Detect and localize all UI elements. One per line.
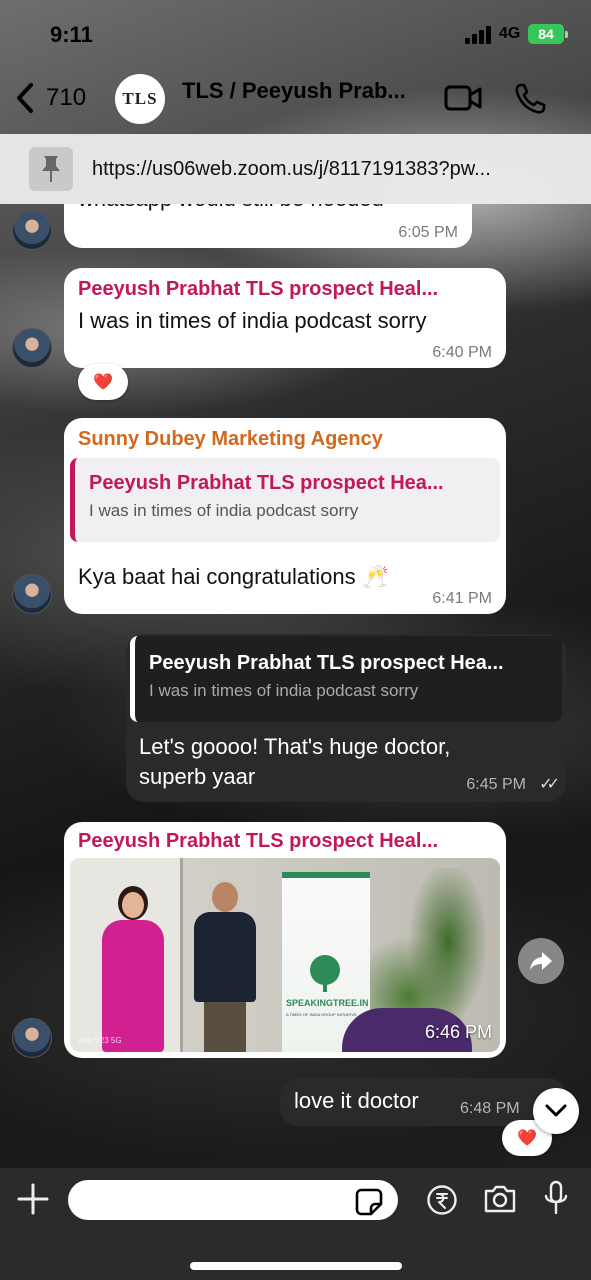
pinned-link-text[interactable]: https://us06web.zoom.us/j/8117191383?pw.… (92, 158, 562, 181)
phone-call-icon[interactable] (513, 82, 547, 116)
chevron-down-icon (545, 1104, 567, 1117)
quoted-text: I was in times of india podcast sorry (89, 501, 359, 520)
status-bar: 9:11 4G 84 (0, 0, 591, 70)
unread-count: 710 (46, 84, 87, 111)
quoted-message[interactable]: Peeyush Prabhat TLS prospect Hea... I wa… (130, 636, 562, 722)
message-time: 6:40 PM (432, 344, 492, 361)
group-avatar[interactable]: TLS (115, 74, 165, 124)
message-list[interactable]: whatsapp would still be needed 6:05 PM P… (0, 204, 591, 1168)
quoted-text: I was in times of india podcast sorry (149, 681, 419, 700)
network-label: 4G (499, 25, 521, 42)
forward-button[interactable] (518, 938, 564, 984)
quoted-sender: Peeyush Prabhat TLS prospect Hea... (89, 472, 444, 494)
home-indicator (190, 1262, 402, 1270)
scroll-to-bottom-button[interactable] (533, 1088, 579, 1134)
avatar[interactable] (12, 328, 52, 368)
message-text: Kya baat hai congratulations 🥂 (78, 564, 390, 589)
quoted-sender: Peeyush Prabhat TLS prospect Hea... (149, 652, 504, 674)
clock: 9:11 (50, 22, 93, 47)
read-receipt-icon: ✓✓ (539, 776, 560, 793)
composer-bar (0, 1168, 591, 1280)
sticker-icon[interactable] (355, 1188, 383, 1216)
plus-icon[interactable] (16, 1182, 50, 1216)
avatar[interactable] (12, 574, 52, 614)
signal-icon (465, 26, 495, 44)
pinned-message-bar[interactable]: https://us06web.zoom.us/j/8117191383?pw.… (0, 134, 591, 204)
pin-icon (29, 147, 73, 191)
photo-attachment[interactable]: SPEAKINGTREE.IN A TIMES OF INDIA GROUP I… (70, 858, 500, 1052)
message-time: 6:45 PM (466, 776, 526, 793)
banner-tagline: A TIMES OF INDIA GROUP INITIATIVE (286, 1012, 357, 1017)
microphone-icon[interactable] (544, 1180, 568, 1216)
message-bubble[interactable]: Sunny Dubey Marketing Agency Peeyush Pra… (64, 418, 506, 614)
message-bubble[interactable]: Peeyush Prabhat TLS prospect Hea... I wa… (126, 634, 566, 802)
avatar[interactable] (12, 210, 52, 250)
sender-name[interactable]: Peeyush Prabhat TLS prospect Heal... (78, 278, 492, 301)
message-time: 6:46 PM (424, 1022, 492, 1042)
banner-text: SPEAKINGTREE.IN (286, 998, 369, 1008)
rupee-payment-icon[interactable] (426, 1184, 458, 1216)
chat-title[interactable]: TLS / Peeyush Prab... (182, 78, 406, 104)
chevron-left-icon (17, 83, 33, 113)
message-bubble[interactable]: Peeyush Prabhat TLS prospect Heal... I w… (64, 268, 506, 368)
message-text: I was in times of india podcast sorry (78, 308, 427, 333)
message-text: whatsapp would still be needed (78, 204, 384, 214)
message-time: 6:48 PM (460, 1100, 520, 1117)
tree-logo-icon (310, 955, 340, 992)
message-bubble[interactable]: Peeyush Prabhat TLS prospect Heal... SPE… (64, 822, 506, 1058)
battery-icon: 84 (528, 24, 568, 44)
avatar[interactable] (12, 1018, 52, 1058)
forward-arrow-icon (530, 952, 552, 970)
video-call-icon[interactable] (444, 84, 482, 112)
reaction-badge[interactable]: ❤️ (78, 364, 128, 400)
camera-icon[interactable] (482, 1184, 518, 1214)
message-input[interactable] (68, 1180, 398, 1220)
message-text: Let's goooo! That's huge doctor, superb … (139, 734, 451, 789)
message-time: 6:05 PM (398, 224, 458, 241)
back-button[interactable]: 710 (14, 82, 86, 114)
camera-watermark: vivo V23 5G (78, 1036, 122, 1045)
sender-name[interactable]: Sunny Dubey Marketing Agency (78, 428, 492, 451)
chat-header: 710 TLS TLS / Peeyush Prab... 2 online (0, 70, 591, 132)
message-bubble[interactable]: love it doctor 6:48 PM (280, 1078, 566, 1126)
sender-name[interactable]: Peeyush Prabhat TLS prospect Heal... (78, 830, 492, 853)
quoted-message[interactable]: Peeyush Prabhat TLS prospect Hea... I wa… (70, 458, 500, 542)
message-bubble[interactable]: whatsapp would still be needed 6:05 PM (64, 204, 472, 248)
online-status: 2 online (182, 104, 242, 123)
message-text: love it doctor (294, 1088, 419, 1113)
message-time: 6:41 PM (432, 590, 492, 607)
